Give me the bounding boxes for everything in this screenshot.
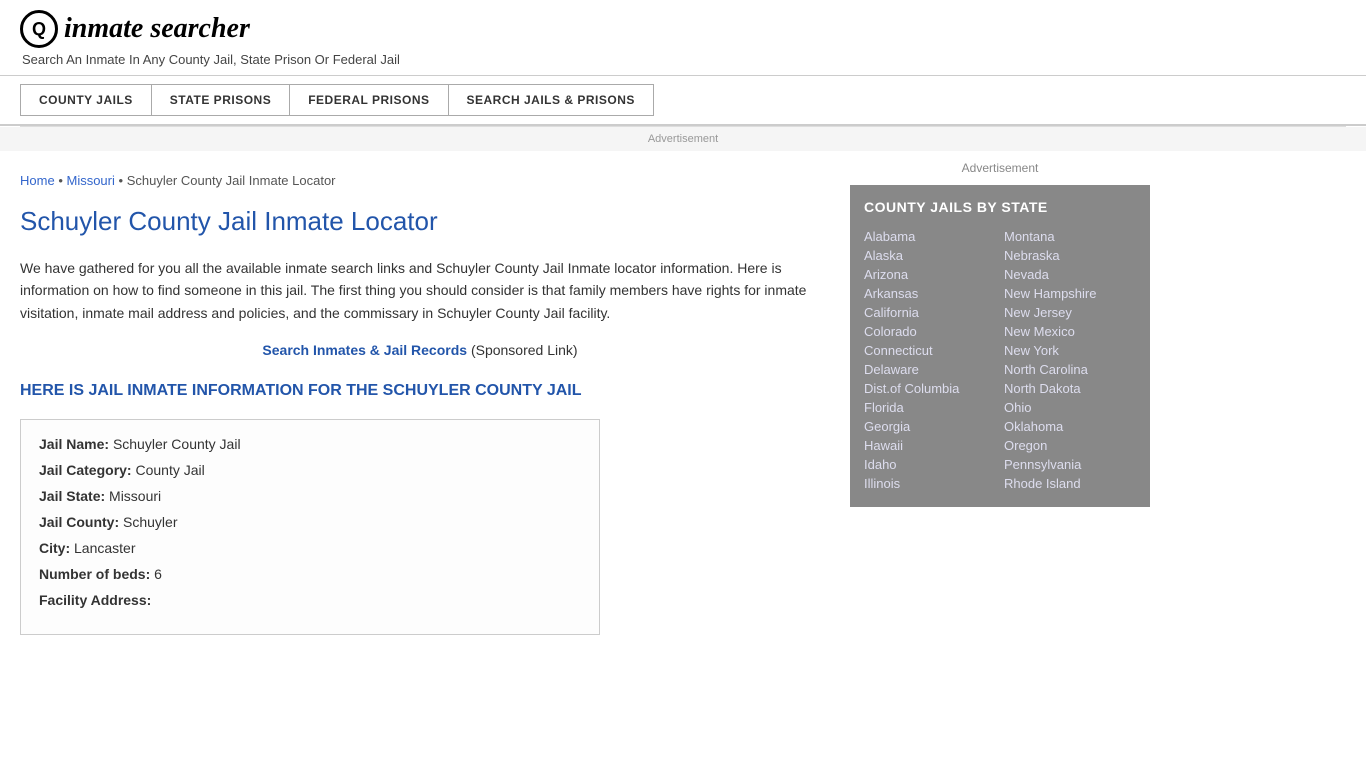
top-advertisement: Advertisement: [0, 127, 1366, 151]
jail-category-label: Jail Category:: [39, 462, 132, 478]
sidebar-advertisement: Advertisement: [850, 161, 1150, 175]
jail-name-val: Schuyler County Jail: [113, 436, 241, 452]
state-item-alabama[interactable]: Alabama: [864, 227, 996, 246]
nav-bar: COUNTY JAILS STATE PRISONS FEDERAL PRISO…: [0, 76, 1366, 126]
jail-name-label: Jail Name:: [39, 436, 109, 452]
nav-state-prisons[interactable]: STATE PRISONS: [151, 84, 289, 116]
nav-search-jails[interactable]: SEARCH JAILS & PRISONS: [448, 84, 654, 116]
jail-county-row: Jail County: Schuyler: [39, 514, 581, 530]
breadcrumb-current: Schuyler County Jail Inmate Locator: [127, 173, 336, 188]
state-item-montana[interactable]: Montana: [1004, 227, 1136, 246]
state-item-oklahoma[interactable]: Oklahoma: [1004, 417, 1136, 436]
county-jails-by-state-box: COUNTY JAILS BY STATE AlabamaAlaskaArizo…: [850, 185, 1150, 507]
states-right-col: MontanaNebraskaNevadaNew HampshireNew Je…: [1004, 227, 1136, 493]
state-item-ohio[interactable]: Ohio: [1004, 398, 1136, 417]
county-jails-by-state-title: COUNTY JAILS BY STATE: [864, 199, 1136, 215]
state-item-florida[interactable]: Florida: [864, 398, 996, 417]
state-item-idaho[interactable]: Idaho: [864, 455, 996, 474]
state-item-oregon[interactable]: Oregon: [1004, 436, 1136, 455]
breadcrumb-sep2: •: [119, 173, 127, 188]
jail-city-label: City:: [39, 540, 70, 556]
breadcrumb: Home • Missouri • Schuyler County Jail I…: [20, 173, 820, 188]
sidebar: Advertisement COUNTY JAILS BY STATE Alab…: [840, 151, 1150, 655]
jail-city-val: Lancaster: [74, 540, 135, 556]
jail-city-row: City: Lancaster: [39, 540, 581, 556]
jail-state-val: Missouri: [109, 488, 161, 504]
states-left-col: AlabamaAlaskaArizonaArkansasCaliforniaCo…: [864, 227, 996, 493]
logo-text: inmate searcher: [64, 13, 250, 45]
top-ad-label: Advertisement: [648, 133, 718, 145]
nav-county-jails[interactable]: COUNTY JAILS: [20, 84, 151, 116]
state-item-delaware[interactable]: Delaware: [864, 360, 996, 379]
content-area: Home • Missouri • Schuyler County Jail I…: [0, 151, 1366, 655]
jail-county-label: Jail County:: [39, 514, 119, 530]
state-item-nevada[interactable]: Nevada: [1004, 265, 1136, 284]
jail-address-row: Facility Address:: [39, 592, 581, 608]
logo-area: Q inmate searcher: [20, 10, 1346, 48]
description: We have gathered for you all the availab…: [20, 257, 820, 324]
state-item-new-hampshire[interactable]: New Hampshire: [1004, 284, 1136, 303]
states-grid: AlabamaAlaskaArizonaArkansasCaliforniaCo…: [864, 227, 1136, 493]
state-item-arkansas[interactable]: Arkansas: [864, 284, 996, 303]
state-item-north-dakota[interactable]: North Dakota: [1004, 379, 1136, 398]
sponsored-suffix: (Sponsored Link): [471, 342, 578, 358]
state-item-nebraska[interactable]: Nebraska: [1004, 246, 1136, 265]
state-item-new-jersey[interactable]: New Jersey: [1004, 303, 1136, 322]
state-item-georgia[interactable]: Georgia: [864, 417, 996, 436]
state-item-rhode-island[interactable]: Rhode Island: [1004, 474, 1136, 493]
jail-state-label: Jail State:: [39, 488, 105, 504]
main-content: Home • Missouri • Schuyler County Jail I…: [20, 151, 840, 655]
nav-federal-prisons[interactable]: FEDERAL PRISONS: [289, 84, 447, 116]
state-item-arizona[interactable]: Arizona: [864, 265, 996, 284]
jail-state-row: Jail State: Missouri: [39, 488, 581, 504]
jail-category-row: Jail Category: County Jail: [39, 462, 581, 478]
state-item-illinois[interactable]: Illinois: [864, 474, 996, 493]
sponsored-link[interactable]: Search Inmates & Jail Records: [262, 342, 467, 358]
page-title: Schuyler County Jail Inmate Locator: [20, 206, 820, 241]
jail-name-row: Jail Name: Schuyler County Jail: [39, 436, 581, 452]
state-item-connecticut[interactable]: Connecticut: [864, 341, 996, 360]
breadcrumb-state[interactable]: Missouri: [66, 173, 114, 188]
state-item-california[interactable]: California: [864, 303, 996, 322]
header: Q inmate searcher Search An Inmate In An…: [0, 0, 1366, 76]
jail-beds-label: Number of beds:: [39, 566, 150, 582]
jail-county-val: Schuyler: [123, 514, 177, 530]
state-item-hawaii[interactable]: Hawaii: [864, 436, 996, 455]
state-item-dist.of-columbia[interactable]: Dist.of Columbia: [864, 379, 996, 398]
state-item-new-york[interactable]: New York: [1004, 341, 1136, 360]
tagline: Search An Inmate In Any County Jail, Sta…: [22, 52, 1346, 67]
state-item-alaska[interactable]: Alaska: [864, 246, 996, 265]
breadcrumb-home[interactable]: Home: [20, 173, 55, 188]
subheading: HERE IS JAIL INMATE INFORMATION FOR THE …: [20, 380, 820, 402]
state-item-colorado[interactable]: Colorado: [864, 322, 996, 341]
sponsored-link-area: Search Inmates & Jail Records (Sponsored…: [20, 342, 820, 358]
jail-address-label: Facility Address:: [39, 592, 151, 608]
jail-beds-row: Number of beds: 6: [39, 566, 581, 582]
info-box: Jail Name: Schuyler County Jail Jail Cat…: [20, 419, 600, 635]
jail-category-val: County Jail: [135, 462, 204, 478]
jail-beds-val: 6: [154, 566, 162, 582]
state-item-pennsylvania[interactable]: Pennsylvania: [1004, 455, 1136, 474]
state-item-new-mexico[interactable]: New Mexico: [1004, 322, 1136, 341]
state-item-north-carolina[interactable]: North Carolina: [1004, 360, 1136, 379]
logo-icon: Q: [20, 10, 58, 48]
